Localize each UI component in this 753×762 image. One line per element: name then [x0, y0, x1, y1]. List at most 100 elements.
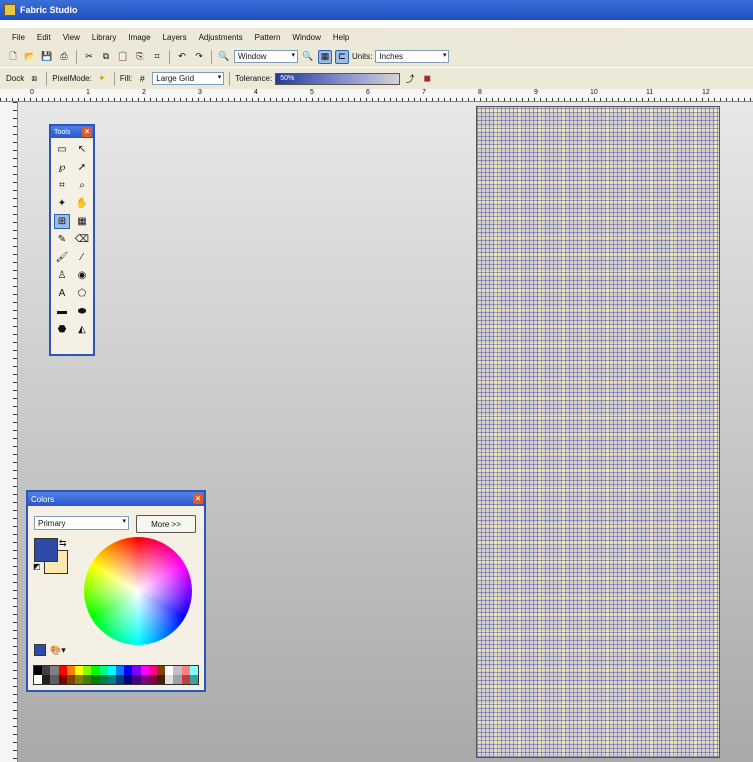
more-colors-button[interactable]: More >>	[136, 515, 196, 533]
gradient-icon[interactable]: ◭	[74, 322, 90, 337]
palette-swatch[interactable]	[34, 675, 43, 684]
palette-swatch[interactable]	[115, 666, 125, 675]
redo-icon[interactable]: ↷	[192, 50, 206, 64]
palette-swatch[interactable]	[58, 675, 67, 684]
copy-icon[interactable]: ⧉	[99, 50, 113, 64]
menu-window[interactable]: Window	[290, 33, 330, 42]
palette-swatch[interactable]	[173, 666, 182, 675]
palette-swatch[interactable]	[50, 666, 59, 675]
palette-swatch[interactable]	[165, 666, 174, 675]
grid-select[interactable]: Large Grid ▾	[152, 72, 225, 85]
palette-swatch[interactable]	[148, 675, 157, 684]
crop-icon[interactable]: ⌗	[54, 178, 70, 193]
palette-swatch[interactable]	[107, 666, 116, 675]
print-icon[interactable]: ⎙	[57, 50, 71, 64]
grid-view-icon[interactable]: ▦	[318, 49, 332, 64]
magic-wand-icon[interactable]: ✦	[54, 196, 70, 211]
undo-icon[interactable]: ↶	[175, 50, 189, 64]
color-mode-icon[interactable]: ◼	[420, 72, 434, 86]
rounded-rect-icon[interactable]: ⬬	[74, 304, 90, 319]
palette-swatch[interactable]	[165, 675, 174, 684]
tools-panel-title-bar[interactable]: Tools ×	[51, 126, 93, 138]
palette-swatch[interactable]	[74, 675, 84, 684]
units-select[interactable]: Inches ▾	[375, 50, 450, 63]
dock-icon[interactable]: ⧈	[27, 72, 41, 86]
marquee-icon[interactable]: ▭	[54, 142, 70, 157]
pencil-icon[interactable]: ✎	[54, 232, 70, 247]
palette-swatch[interactable]	[99, 675, 108, 684]
hand-icon[interactable]: ✋	[74, 196, 90, 211]
palette-swatch[interactable]	[181, 666, 190, 675]
palette-swatch[interactable]	[42, 675, 51, 684]
menu-edit[interactable]: Edit	[35, 33, 61, 42]
palette-swatch[interactable]	[50, 675, 59, 684]
menu-layers[interactable]: Layers	[161, 33, 197, 42]
palette-swatch[interactable]	[42, 666, 51, 675]
palette-swatch[interactable]	[115, 675, 125, 684]
cut-icon[interactable]: ✂	[82, 50, 96, 64]
shape-icon[interactable]: ⬠	[74, 286, 90, 301]
palette-swatch[interactable]	[91, 666, 100, 675]
menu-help[interactable]: Help	[331, 33, 359, 42]
palette-swatch[interactable]	[132, 675, 141, 684]
palette-swatch[interactable]	[148, 666, 157, 675]
menu-image[interactable]: Image	[126, 33, 160, 42]
palette-swatch[interactable]	[173, 675, 182, 684]
save-icon[interactable]: 💾	[40, 50, 54, 64]
pattern-icon[interactable]: ▦	[74, 214, 90, 229]
fabric-canvas[interactable]	[476, 106, 720, 758]
close-icon[interactable]: ×	[193, 494, 203, 504]
eyedropper-icon[interactable]: ⁄	[74, 250, 90, 265]
move-icon[interactable]: ↖	[74, 142, 90, 157]
open-folder-icon[interactable]: 📂	[23, 50, 37, 64]
lasso-icon[interactable]: ℘	[54, 160, 70, 175]
stamp-icon[interactable]: ♙	[54, 268, 70, 283]
palette-swatch[interactable]	[140, 675, 149, 684]
duplicate-icon[interactable]: ⎘	[133, 50, 147, 64]
ellipse-icon[interactable]: ⬣	[54, 322, 70, 337]
paste-icon[interactable]: 📋	[116, 50, 130, 64]
eraser-icon[interactable]: ⌫	[74, 232, 90, 247]
reset-colors-icon[interactable]: ◩	[33, 562, 41, 571]
palette-swatch[interactable]	[124, 675, 133, 684]
tolerance-slider[interactable]: 50%	[275, 72, 401, 85]
palette-swatch[interactable]	[156, 666, 166, 675]
rectangle-icon[interactable]: ▬	[54, 304, 70, 319]
palette-swatch[interactable]	[99, 666, 108, 675]
palette-swatch[interactable]	[34, 666, 43, 675]
brush-icon[interactable]: 🖌	[54, 250, 70, 265]
menu-file[interactable]: File	[10, 33, 35, 42]
close-icon[interactable]: ×	[82, 127, 92, 137]
palette-swatch[interactable]	[91, 675, 100, 684]
palette-options-icon[interactable]: 🎨▾	[50, 645, 66, 656]
menu-adjustments[interactable]: Adjustments	[197, 33, 253, 42]
palette-swatch[interactable]	[66, 666, 75, 675]
palette-swatch[interactable]	[124, 666, 133, 675]
new-file-icon[interactable]: 🗋	[6, 50, 20, 64]
curve-icon[interactable]: ⤴	[403, 72, 417, 86]
palette-swatch[interactable]	[83, 666, 92, 675]
text-icon[interactable]: A	[54, 286, 70, 301]
crop-canvas-icon[interactable]: ⌗	[150, 50, 164, 64]
palette-swatch[interactable]	[58, 666, 67, 675]
palette-swatch[interactable]	[107, 675, 116, 684]
palette-swatch[interactable]	[156, 675, 166, 684]
palette-swatch[interactable]	[181, 675, 190, 684]
primary-color-swatch[interactable]	[34, 538, 58, 562]
current-color-icon[interactable]	[34, 644, 46, 656]
pointer-icon[interactable]: ➚	[74, 160, 90, 175]
zoom-icon[interactable]: 🔍	[217, 50, 231, 64]
palette-swatch[interactable]	[66, 675, 75, 684]
menu-library[interactable]: Library	[90, 33, 126, 42]
pixel-mode-icon[interactable]: ✦	[95, 72, 109, 86]
palette-swatch[interactable]	[189, 675, 198, 684]
colors-panel-title-bar[interactable]: Colors ×	[28, 492, 204, 506]
repeat-icon[interactable]: ⊞	[54, 214, 70, 229]
zoom-icon[interactable]: ⌕	[74, 178, 90, 193]
fill-bucket-icon[interactable]: ◉	[74, 268, 90, 283]
menu-view[interactable]: View	[61, 33, 90, 42]
color-wheel[interactable]	[84, 537, 192, 645]
palette-swatch[interactable]	[74, 666, 84, 675]
color-mode-select[interactable]: Primary ▾	[34, 516, 129, 530]
zoom-in-icon[interactable]: 🔍	[301, 50, 315, 64]
